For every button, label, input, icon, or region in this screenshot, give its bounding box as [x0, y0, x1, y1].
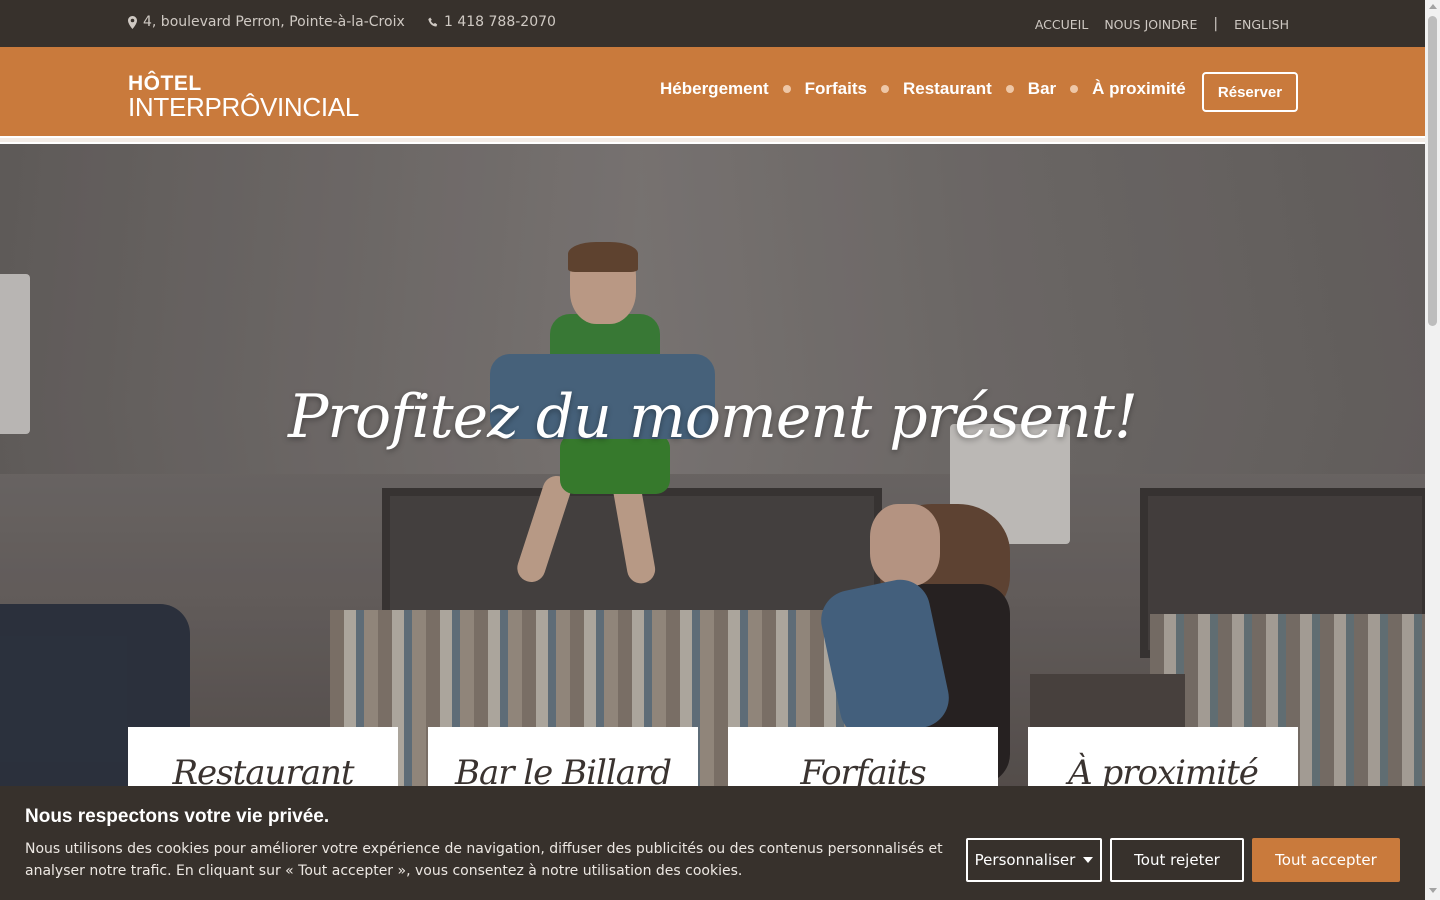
nav-bar[interactable]: Bar — [1028, 79, 1056, 99]
scroll-up-icon[interactable] — [1429, 4, 1437, 9]
phone[interactable]: 1 418 788-2070 — [428, 14, 556, 30]
hero-banner: Profitez du moment présent! — [0, 144, 1425, 800]
hero-overlay — [0, 144, 1425, 800]
hotel-logo[interactable]: HÔTEL INTERPRÔVINCIAL — [128, 72, 368, 122]
nav-forfaits[interactable]: Forfaits — [805, 79, 867, 99]
link-accueil[interactable]: ACCUEIL — [1035, 17, 1089, 32]
cookie-banner: Nous respectons votre vie privée. Nous u… — [0, 786, 1425, 900]
map-pin-icon — [128, 15, 137, 29]
page-scrollbar[interactable] — [1425, 0, 1440, 900]
top-links: ACCUEIL NOUS JOINDRE | ENGLISH — [1035, 16, 1289, 32]
cookie-title: Nous respectons votre vie privée. — [25, 806, 330, 827]
nav-dot — [1005, 85, 1014, 93]
top-bar: 4, boulevard Perron, Pointe-à-la-Croix 1… — [0, 0, 1425, 47]
logo-line2: INTERPRÔVINCIAL — [128, 92, 359, 122]
nav-dot — [1070, 85, 1079, 93]
link-nous-joindre[interactable]: NOUS JOINDRE — [1104, 17, 1197, 32]
personalize-label: Personnaliser — [974, 851, 1076, 869]
accept-all-button[interactable]: Tout accepter — [1252, 838, 1400, 882]
reserve-button[interactable]: Réserver — [1202, 72, 1298, 112]
phone-text: 1 418 788-2070 — [444, 14, 556, 30]
nav-dot — [880, 85, 889, 93]
personalize-button[interactable]: Personnaliser — [966, 838, 1102, 882]
address-text: 4, boulevard Perron, Pointe-à-la-Croix — [143, 14, 405, 30]
nav-hebergement[interactable]: Hébergement — [660, 79, 769, 99]
nav-dot — [782, 85, 791, 93]
main-nav: Hébergement Forfaits Restaurant Bar À pr… — [660, 79, 1186, 99]
reject-all-button[interactable]: Tout rejeter — [1110, 838, 1244, 882]
link-english[interactable]: ENGLISH — [1234, 17, 1289, 32]
hero-title: Profitez du moment présent! — [287, 382, 1138, 452]
cookie-text: Nous utilisons des cookies pour améliore… — [25, 841, 943, 879]
phone-icon — [428, 17, 438, 26]
nav-a-proximite[interactable]: À proximité — [1092, 79, 1186, 99]
scrollbar-thumb[interactable] — [1428, 16, 1437, 326]
scroll-down-icon[interactable] — [1429, 888, 1437, 893]
nav-restaurant[interactable]: Restaurant — [903, 79, 992, 99]
caret-down-icon — [1083, 857, 1094, 863]
address: 4, boulevard Perron, Pointe-à-la-Croix — [128, 14, 405, 30]
separator: | — [1213, 16, 1219, 32]
